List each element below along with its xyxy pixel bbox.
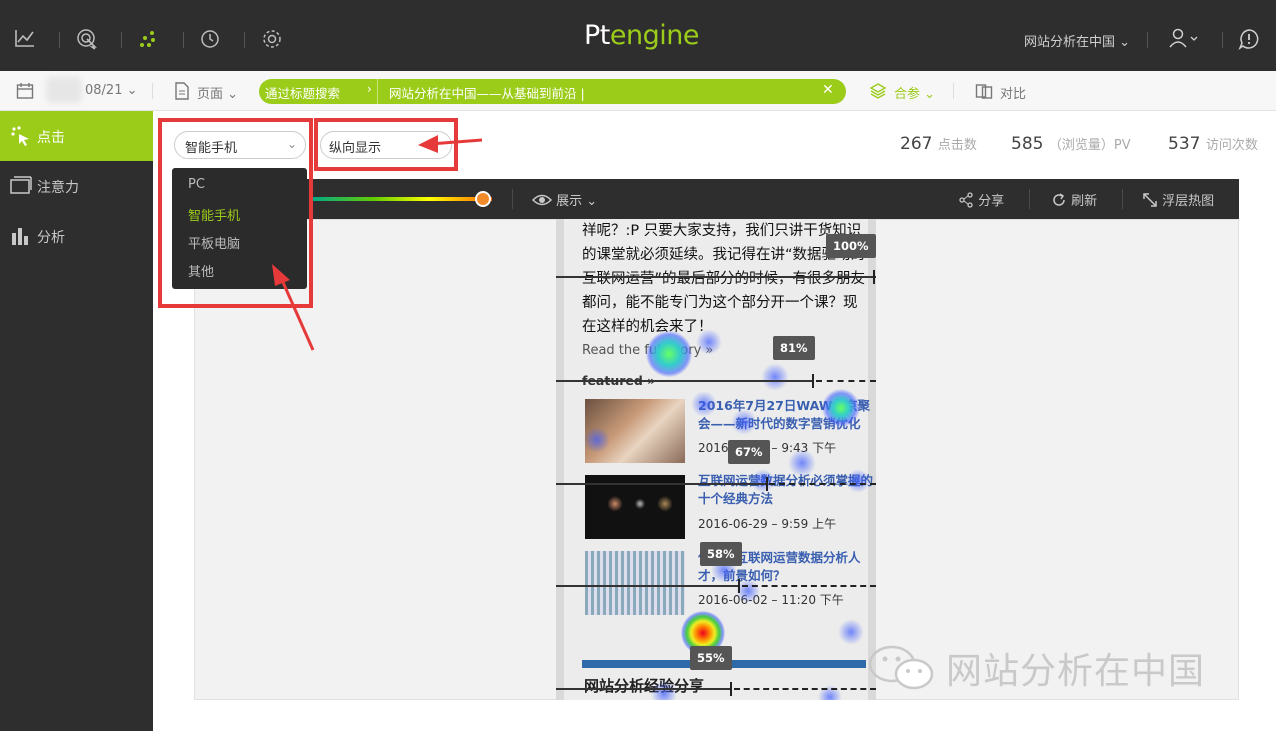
heat-spot — [646, 331, 692, 377]
sidebar-item-attention[interactable]: 注意力 — [0, 161, 153, 211]
heat-spot — [846, 469, 870, 493]
article-thumbnail[interactable] — [585, 551, 685, 615]
sidebar-item-analysis[interactable]: 分析 — [0, 211, 153, 261]
sidebar-item-label: 分析 — [37, 230, 65, 246]
close-icon[interactable]: ✕ — [822, 82, 834, 98]
heat-spot — [691, 391, 717, 417]
scroll-depth-label: 100% — [826, 234, 876, 258]
expand-icon — [1143, 193, 1157, 207]
scroll-depth-label: 67% — [728, 440, 770, 464]
heat-spot — [584, 427, 610, 453]
article-date: 2016-06-29 – 9:59 上午 — [698, 517, 837, 531]
heatmap-toolbar: 展示 ⌄ 分享 刷新 浮层热图 — [194, 179, 1239, 219]
scroll-depth-line — [556, 477, 876, 491]
chevron-down-icon: ⌄ — [1119, 35, 1131, 50]
heat-spot — [822, 389, 860, 427]
sidebar-item-click[interactable]: 点击 — [0, 111, 153, 161]
click-icon — [10, 125, 32, 147]
chevron-right-icon: › — [367, 82, 372, 96]
ptengine-logo: Ptengine — [584, 20, 699, 51]
bar-chart-icon — [10, 225, 32, 247]
display-menu[interactable]: 展示 ⌄ — [531, 190, 597, 209]
settings-gear-icon[interactable] — [259, 26, 285, 52]
watermark: 网站分析在中国 — [866, 640, 1246, 696]
article-paragraph: 祥呢？:P 只要大家支持，我们只讲干货知识的课堂就必须延续。我记得在讲“数据驱动… — [582, 223, 866, 335]
article-date: 2016-06-02 – 11:20 下午 — [698, 593, 844, 607]
site-selector[interactable]: 网站分析在中国 ⌄ — [1024, 31, 1130, 50]
share-icon — [959, 192, 973, 208]
clock-icon[interactable] — [197, 26, 223, 52]
layers-icon — [869, 82, 887, 104]
wechat-icon — [868, 645, 934, 690]
segment-selector[interactable]: 合参 ⌄ — [894, 83, 935, 102]
refresh-button[interactable]: 刷新 — [1051, 190, 1097, 209]
share-button[interactable]: 分享 — [958, 190, 1004, 209]
scroll-depth-line — [556, 579, 876, 593]
annotation-arrow-left — [418, 135, 483, 153]
heat-spot — [751, 469, 775, 493]
help-alert-icon[interactable] — [1238, 28, 1260, 54]
intensity-slider-track[interactable] — [312, 197, 492, 201]
date-blurred — [46, 77, 82, 103]
watermark-text: 网站分析在中国 — [946, 651, 1206, 692]
mobile-page-preview: 祥呢？:P 只要大家支持，我们只讲干货知识的课堂就必须延续。我记得在讲“数据驱动… — [556, 219, 876, 700]
stat-visits: 537 访问次数 — [1168, 134, 1258, 154]
scroll-depth-label: 55% — [690, 646, 732, 670]
intensity-slider-handle[interactable] — [475, 191, 491, 207]
heatmap-dots-icon[interactable] — [136, 26, 162, 52]
monitor-icon — [10, 175, 32, 197]
top-navbar: Ptengine 网站分析在中国 ⌄ — [0, 0, 1276, 71]
calendar-icon[interactable] — [16, 82, 34, 104]
scroll-depth-line — [556, 682, 876, 696]
stat-clicks: 267 点击数 — [900, 134, 977, 154]
eye-icon — [531, 194, 553, 206]
search-input[interactable]: 网站分析在中国——从基础到前沿 | — [389, 83, 585, 102]
target-click-icon[interactable] — [74, 26, 100, 52]
scroll-depth-line — [556, 374, 876, 388]
title-search-bar[interactable]: 通过标题搜索 › 网站分析在中国——从基础到前沿 | ✕ — [259, 79, 846, 104]
heat-spot — [761, 363, 789, 391]
refresh-icon — [1053, 193, 1065, 206]
search-mode-label[interactable]: 通过标题搜索 — [265, 83, 340, 102]
section-title: 网站分析经验分享 — [584, 677, 705, 695]
trend-chart-icon[interactable] — [12, 26, 38, 52]
sidebar-item-label: 点击 — [37, 130, 65, 146]
heat-spot — [838, 619, 864, 645]
date-selector[interactable]: 08/21 ⌄ — [85, 83, 138, 98]
float-heatmap-button[interactable]: 浮层热图 — [1142, 190, 1214, 209]
stat-pv: 585 （浏览量）PV — [1011, 134, 1131, 154]
scroll-depth-label: 81% — [773, 336, 815, 360]
scroll-depth-label: 58% — [700, 542, 742, 566]
heat-spot — [788, 449, 816, 477]
filter-bar: 08/21 ⌄ 页面 ⌄ 通过标题搜索 › 网站分析在中国——从基础到前沿 | … — [0, 71, 1276, 111]
sidebar: 点击 注意力 分析 — [0, 111, 153, 731]
compare-icon — [975, 82, 993, 104]
compare-button[interactable]: 对比 — [1000, 83, 1026, 102]
sidebar-item-label: 注意力 — [37, 180, 79, 196]
heat-spot — [731, 409, 757, 435]
user-icon[interactable] — [1168, 28, 1200, 52]
heat-spot — [651, 681, 677, 700]
page-selector[interactable]: 页面 ⌄ — [197, 83, 238, 102]
heat-spot — [696, 329, 722, 355]
annotation-arrow-up — [272, 264, 315, 351]
page-icon — [174, 82, 190, 104]
scroll-depth-line — [556, 270, 876, 284]
